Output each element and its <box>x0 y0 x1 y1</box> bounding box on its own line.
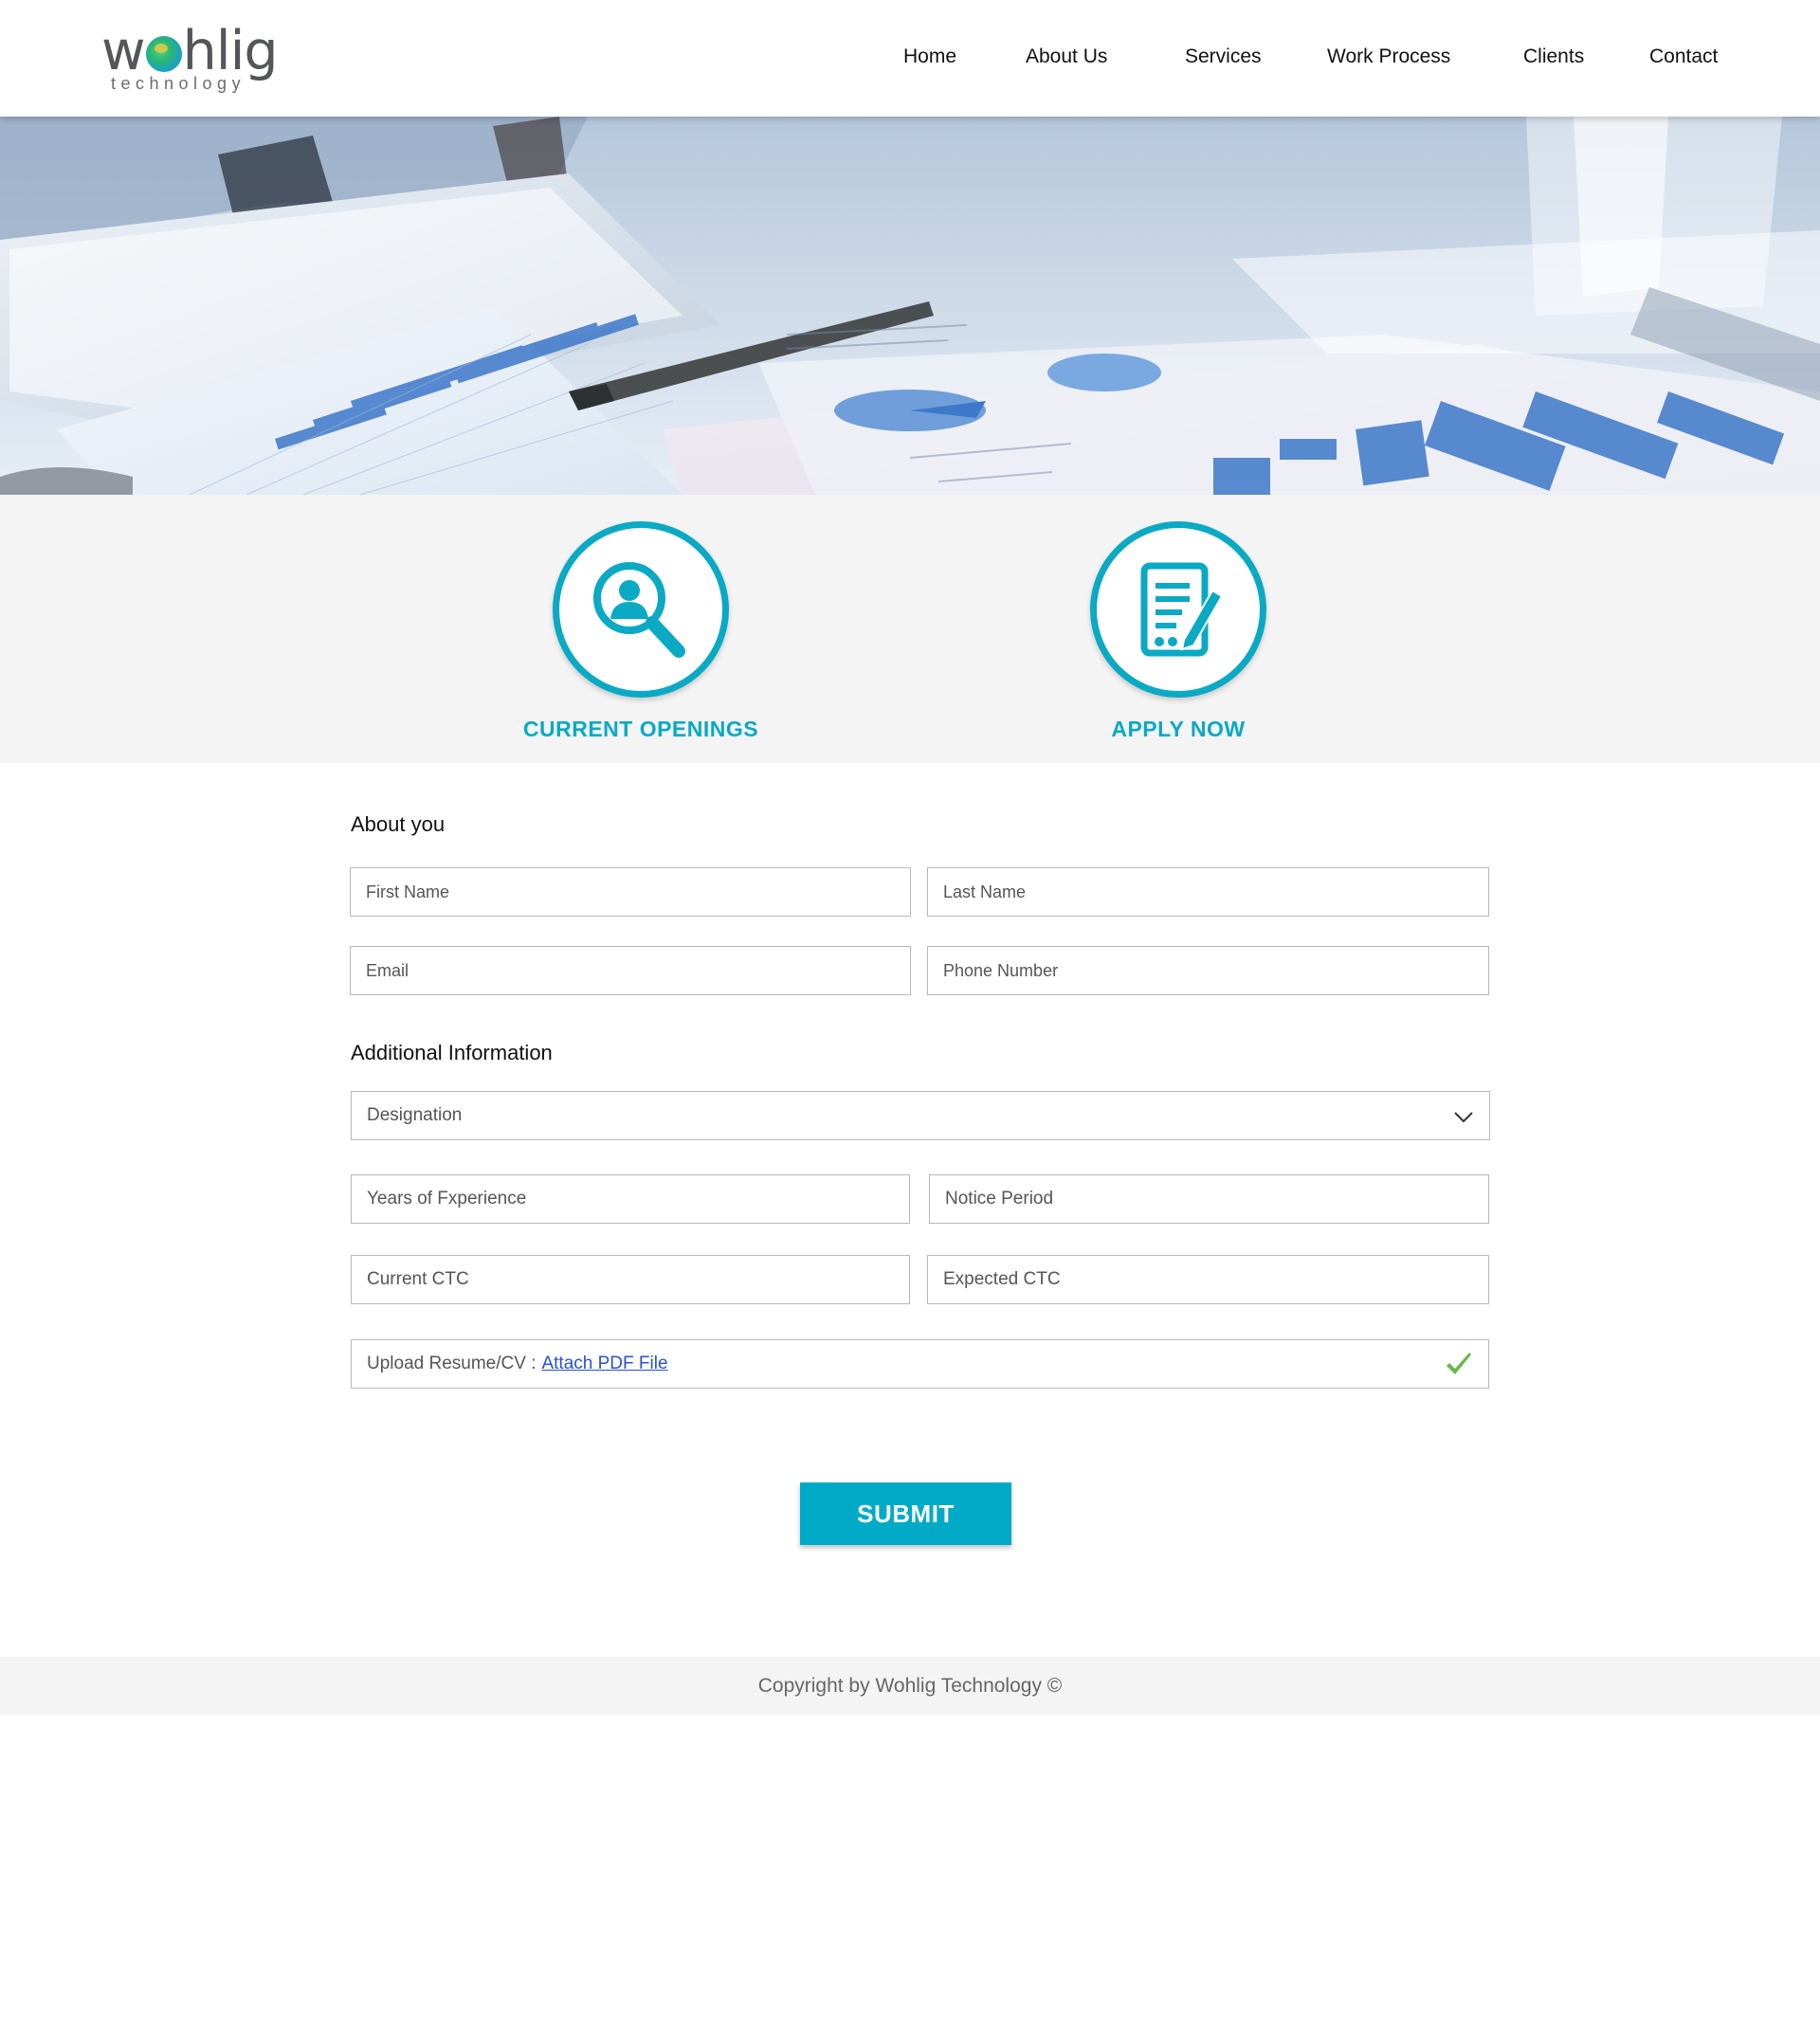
current-ctc-input[interactable]: Current CTC <box>351 1255 910 1304</box>
designation-select[interactable]: Designation <box>351 1091 1490 1140</box>
additional-information-heading: Additional Information <box>351 1041 553 1064</box>
nav-about-us[interactable]: About Us <box>1026 45 1107 68</box>
notice-period-input[interactable]: Notice Period <box>929 1174 1489 1224</box>
phone-number-input[interactable]: Phone Number <box>927 946 1489 995</box>
email-input[interactable]: Email <box>350 946 911 995</box>
business-charts-photo <box>0 117 1820 495</box>
current-openings-label[interactable]: CURRENT OPENINGS <box>489 717 792 742</box>
nav-services[interactable]: Services <box>1185 45 1262 68</box>
chevron-down-icon <box>1454 1112 1473 1123</box>
about-you-heading: About you <box>351 812 446 836</box>
hero-banner-image <box>0 117 1820 495</box>
apply-now-feature[interactable]: APPLY NOW <box>1027 521 1330 742</box>
last-name-input[interactable]: Last Name <box>927 867 1489 917</box>
upload-resume-field: Upload Resume/CV : Attach PDF File <box>351 1339 1489 1389</box>
check-icon <box>1447 1353 1471 1374</box>
nav-work-process[interactable]: Work Process <box>1327 45 1450 68</box>
site-footer: Copyright by Wohlig Technology © <box>0 1657 1820 1715</box>
upload-resume-label: Upload Resume/CV : <box>367 1354 537 1373</box>
main-nav: Home About Us Services Work Process Clie… <box>0 45 1820 74</box>
nav-home[interactable]: Home <box>903 45 956 68</box>
first-name-input[interactable]: First Name <box>350 867 911 917</box>
form-pencil-icon <box>1140 562 1224 657</box>
copyright-text: Copyright by Wohlig Technology © <box>757 1674 1063 1697</box>
nav-contact[interactable]: Contact <box>1649 45 1718 68</box>
page-blank-area <box>0 1715 1820 2036</box>
apply-now-label[interactable]: APPLY NOW <box>1027 717 1330 742</box>
logo-subtitle: technology <box>111 74 246 93</box>
feature-band: CURRENT OPENINGS APPLY NOW <box>0 495 1820 763</box>
submit-button[interactable]: SUBMIT <box>800 1482 1011 1545</box>
site-header: w hlig technology Home About Us Services … <box>0 0 1820 117</box>
years-of-experience-input[interactable]: Years of Fxperience <box>351 1174 910 1224</box>
expected-ctc-input[interactable]: Expected CTC <box>927 1255 1489 1304</box>
current-openings-feature[interactable]: CURRENT OPENINGS <box>489 521 792 742</box>
application-form: About you First Name Last Name Email Pho… <box>0 763 1820 1657</box>
designation-select-value: Designation <box>367 1105 463 1125</box>
attach-pdf-link[interactable]: Attach PDF File <box>541 1354 667 1374</box>
nav-clients[interactable]: Clients <box>1523 45 1584 68</box>
current-openings-badge[interactable] <box>553 521 729 698</box>
apply-now-badge[interactable] <box>1090 521 1266 698</box>
search-person-icon <box>593 562 685 658</box>
